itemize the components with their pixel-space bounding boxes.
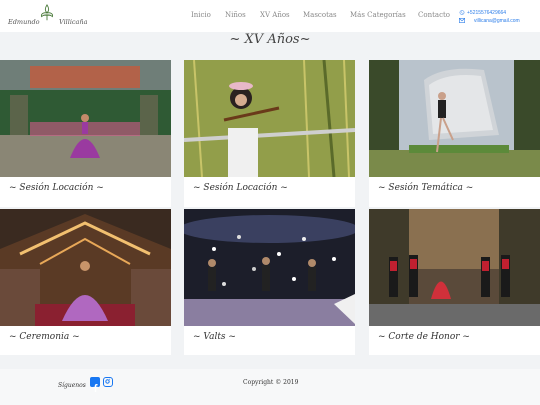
card-label: ~ Sesión Locación ~ — [193, 183, 288, 193]
card-label: ~ Corte de Honor ~ — [378, 332, 470, 342]
site-header: Edmundo Villicaña Inicio Niños XV Años M… — [0, 0, 540, 32]
gallery-card-corte-de-honor[interactable]: ~ Corte de Honor ~ — [369, 209, 540, 355]
brand-name-right: Villicaña — [59, 18, 88, 26]
gallery-card-sesion-locacion-2[interactable]: ~ Sesión Locación ~ — [184, 60, 355, 207]
card-image[interactable] — [0, 209, 171, 326]
brand-name-left: Edmundo — [8, 18, 40, 26]
card-label: ~ Ceremonia ~ — [9, 332, 80, 342]
brand-logo[interactable]: Edmundo Villicaña — [8, 4, 88, 30]
gallery-card-valts[interactable]: ~ Valts ~ — [184, 209, 355, 355]
phone-icon — [459, 10, 465, 15]
follow-label: Síguenos — [58, 382, 86, 389]
nav-item-mas-categorias[interactable]: Más Categorías — [350, 11, 406, 19]
gallery-card-sesion-tematica[interactable]: ~ Sesión Temática ~ — [369, 60, 540, 207]
card-label: ~ Valts ~ — [193, 332, 236, 342]
nav-item-ninos[interactable]: Niños — [225, 11, 246, 19]
card-image[interactable] — [369, 60, 540, 177]
copyright-text: Copyright © 2019 — [243, 379, 299, 386]
contact-phone[interactable]: +5215576429664 — [467, 10, 506, 16]
site-footer: Síguenos Copyright © 2019 — [0, 369, 540, 405]
card-image[interactable] — [0, 60, 171, 177]
nav-item-xv-anos[interactable]: XV Años — [260, 11, 290, 19]
nav-item-contacto[interactable]: Contacto — [418, 11, 450, 19]
facebook-icon[interactable] — [90, 377, 100, 392]
instagram-icon[interactable] — [103, 377, 113, 387]
contact-email[interactable]: villicana@gmail.com — [474, 18, 520, 24]
mail-icon — [459, 18, 465, 23]
gallery-card-ceremonia[interactable]: ~ Ceremonia ~ — [0, 209, 171, 355]
nav-item-mascotas[interactable]: Mascotas — [303, 11, 337, 19]
card-image[interactable] — [184, 60, 355, 177]
page-title: ~ XV Años~ — [229, 32, 311, 47]
fleur-de-lis-icon — [40, 4, 54, 21]
card-image[interactable] — [369, 209, 540, 326]
card-image[interactable] — [184, 209, 355, 326]
gallery-card-sesion-locacion-1[interactable]: ~ Sesión Locación ~ — [0, 60, 171, 207]
nav-item-inicio[interactable]: Inicio — [191, 11, 211, 19]
card-label: ~ Sesión Locación ~ — [9, 183, 104, 193]
card-label: ~ Sesión Temática ~ — [378, 183, 474, 193]
